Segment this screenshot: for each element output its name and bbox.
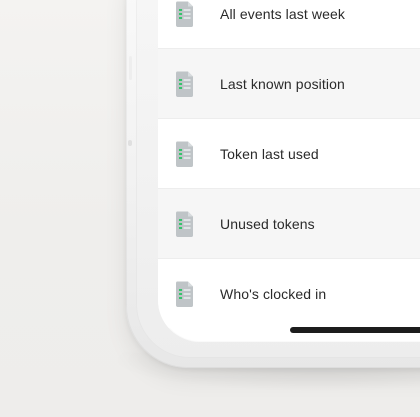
list-item[interactable]: Who's clocked in [158, 259, 420, 328]
document-icon [174, 0, 196, 28]
document-icon [174, 280, 196, 308]
list-item-label: Last known position [220, 75, 345, 92]
list-item[interactable]: Last known position [158, 49, 420, 118]
list-item-label: Token last used [220, 145, 319, 162]
list-item-label: Who's clocked in [220, 285, 327, 302]
home-indicator[interactable] [290, 327, 420, 333]
list-item-label: Unused tokens [220, 215, 315, 232]
list-item[interactable]: Token last used [158, 119, 420, 188]
scene-background: All events last week Last known position… [0, 0, 420, 417]
document-icon [174, 140, 196, 168]
phone-screen: All events last week Last known position… [158, 0, 420, 342]
list-item[interactable]: Unused tokens [158, 189, 420, 258]
query-list: All events last week Last known position… [158, 0, 420, 342]
side-edge-highlight [129, 56, 132, 80]
list-item-label: All events last week [220, 5, 345, 22]
side-button [128, 140, 132, 146]
document-icon [174, 70, 196, 98]
list-item[interactable]: All events last week [158, 0, 420, 48]
document-icon [174, 210, 196, 238]
